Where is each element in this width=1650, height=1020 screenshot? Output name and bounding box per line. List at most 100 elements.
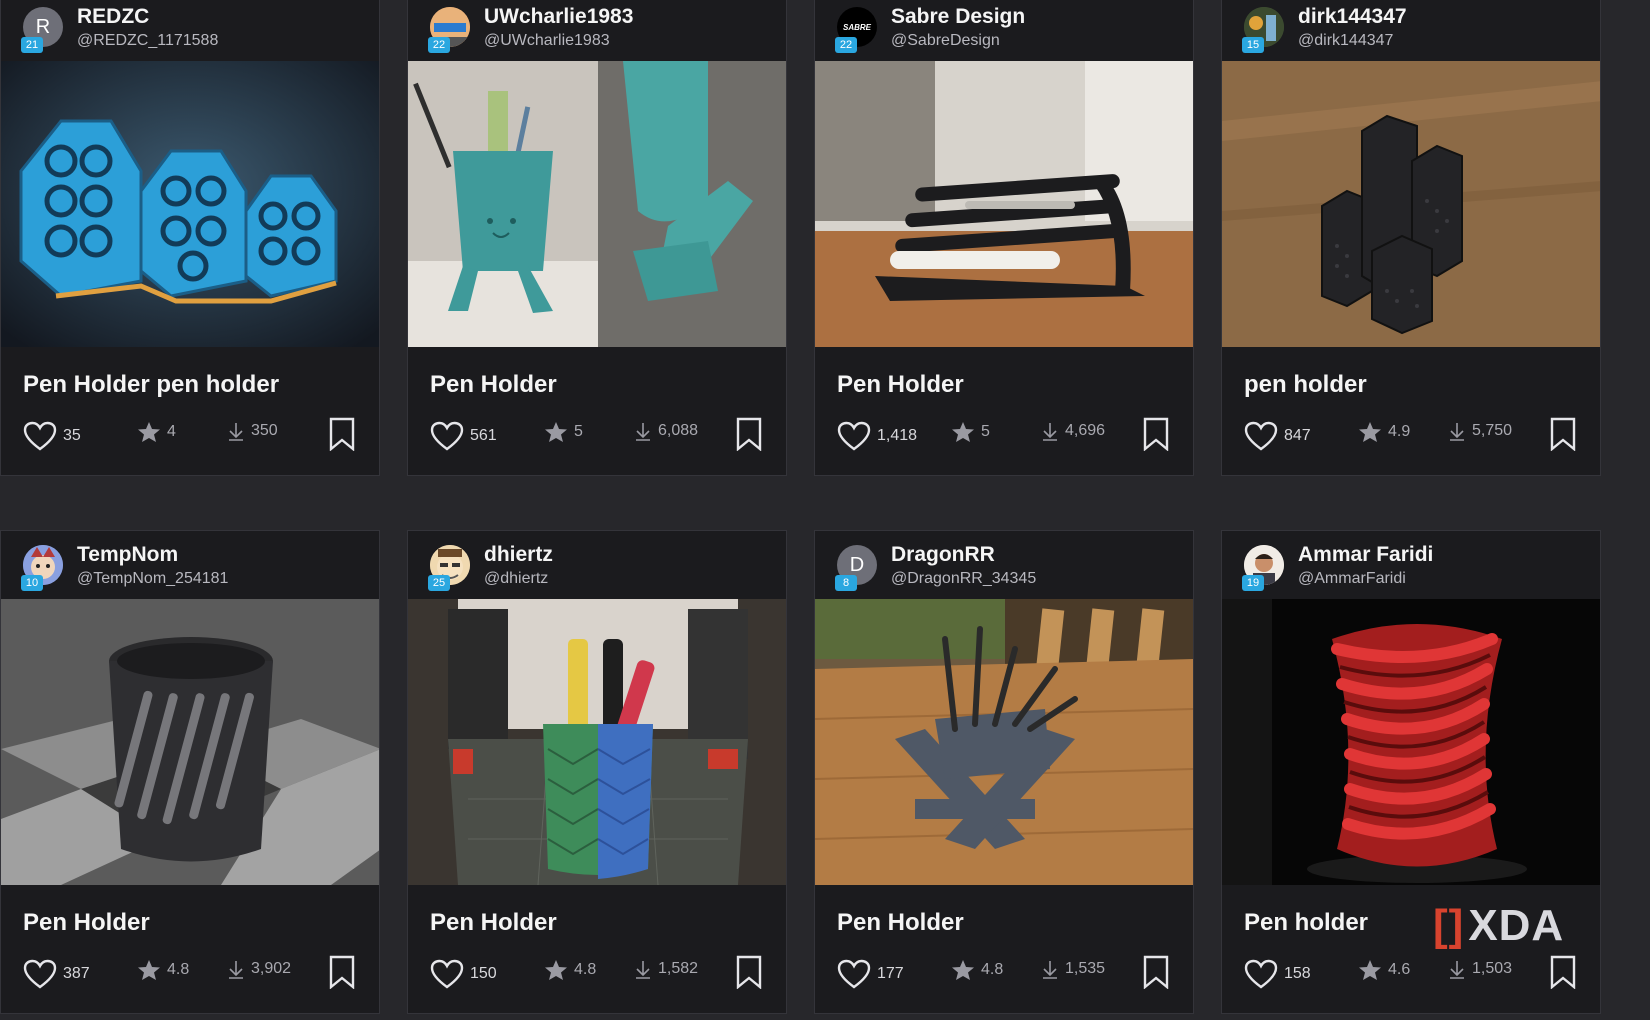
rating-value: 4.8: [167, 961, 190, 978]
model-thumbnail[interactable]: [1222, 61, 1600, 347]
star-icon: [952, 422, 974, 442]
level-badge: 15: [1242, 37, 1264, 53]
card-stats: 561 5 6,088: [430, 415, 768, 455]
user-handle[interactable]: @SabreDesign: [891, 32, 1000, 50]
avatar[interactable]: D8: [835, 545, 877, 591]
bookmark-icon[interactable]: [736, 955, 762, 994]
model-title[interactable]: Pen holder: [1244, 909, 1368, 937]
download-button[interactable]: 350: [227, 421, 278, 441]
model-title[interactable]: Pen Holder: [837, 909, 964, 937]
bookmark-icon[interactable]: [329, 955, 355, 994]
rating: 5: [951, 421, 990, 443]
model-title[interactable]: Pen Holder: [837, 371, 964, 399]
user-handle[interactable]: @dirk144347: [1298, 32, 1393, 50]
model-card[interactable]: R 21 REDZC @REDZC_1171588 Pen Holder pen …: [0, 0, 380, 476]
card-stats: 158 4.6 1,503: [1244, 953, 1582, 993]
download-count: 1,582: [658, 960, 699, 977]
like-button[interactable]: 387: [23, 959, 90, 989]
user-name[interactable]: REDZC: [77, 5, 149, 29]
like-button[interactable]: 158: [1244, 959, 1311, 989]
user-handle[interactable]: @TempNom_254181: [77, 570, 228, 588]
model-card[interactable]: 25 dhiertz @dhiertz Pen Holder 150 4.8 1…: [407, 530, 787, 1014]
model-thumbnail[interactable]: [1222, 599, 1600, 885]
user-handle[interactable]: @UWcharlie1983: [484, 32, 610, 50]
bookmark-icon[interactable]: [329, 417, 355, 456]
user-name[interactable]: TempNom: [77, 543, 178, 567]
card-header: R 21 REDZC @REDZC_1171588: [1, 0, 379, 61]
bookmark-icon[interactable]: [1143, 955, 1169, 994]
model-title[interactable]: Pen Holder: [430, 371, 557, 399]
bookmark-icon[interactable]: [1143, 417, 1169, 456]
rating-value: 4.6: [1388, 961, 1411, 978]
bookmark-icon[interactable]: [736, 417, 762, 456]
download-button[interactable]: 3,902: [227, 959, 291, 979]
model-title[interactable]: pen holder: [1244, 371, 1367, 399]
download-button[interactable]: 1,503: [1448, 959, 1512, 979]
download-button[interactable]: 5,750: [1448, 421, 1512, 441]
star-icon: [545, 422, 567, 442]
star-icon: [1359, 960, 1381, 980]
like-count: 847: [1284, 427, 1311, 444]
download-button[interactable]: 1,582: [634, 959, 698, 979]
user-handle[interactable]: @DragonRR_34345: [891, 570, 1036, 588]
card-stats: 1,418 5 4,696: [837, 415, 1175, 455]
model-title[interactable]: Pen Holder: [430, 909, 557, 937]
level-badge: 22: [835, 37, 857, 53]
like-count: 1,418: [877, 427, 918, 444]
model-thumbnail[interactable]: [815, 599, 1193, 885]
model-thumbnail[interactable]: [408, 61, 786, 347]
level-badge: 21: [21, 37, 43, 53]
model-thumbnail[interactable]: [1, 599, 379, 885]
user-handle[interactable]: @dhiertz: [484, 570, 548, 588]
user-name[interactable]: DragonRR: [891, 543, 995, 567]
star-icon: [545, 960, 567, 980]
model-title[interactable]: Pen Holder pen holder: [23, 371, 279, 399]
avatar[interactable]: 15: [1242, 7, 1284, 53]
like-button[interactable]: 35: [23, 421, 81, 451]
user-name[interactable]: Sabre Design: [891, 5, 1025, 29]
like-button[interactable]: 150: [430, 959, 497, 989]
avatar[interactable]: 25: [428, 545, 470, 591]
rating: 4: [137, 421, 176, 443]
model-thumbnail[interactable]: [1, 61, 379, 347]
like-button[interactable]: 561: [430, 421, 497, 451]
card-header: 19 Ammar Faridi @AmmarFaridi: [1222, 531, 1600, 599]
user-name[interactable]: Ammar Faridi: [1298, 543, 1433, 567]
like-button[interactable]: 1,418: [837, 421, 917, 451]
model-card[interactable]: 15 dirk144347 @dirk144347 pen holder 847…: [1221, 0, 1601, 476]
user-handle[interactable]: @AmmarFaridi: [1298, 570, 1406, 588]
thumbnail-image-black-pen-rack: [815, 61, 1193, 347]
model-title[interactable]: Pen Holder: [23, 909, 150, 937]
avatar[interactable]: 10: [21, 545, 63, 591]
card-header: 25 dhiertz @dhiertz: [408, 531, 786, 599]
card-stats: 177 4.8 1,535: [837, 953, 1175, 993]
user-name[interactable]: UWcharlie1983: [484, 5, 633, 29]
download-button[interactable]: 1,535: [1041, 959, 1105, 979]
user-handle[interactable]: @REDZC_1171588: [77, 32, 218, 50]
like-count: 35: [63, 427, 81, 444]
download-icon: [1450, 961, 1464, 979]
download-icon: [636, 423, 650, 441]
like-button[interactable]: 847: [1244, 421, 1311, 451]
model-card[interactable]: 10 TempNom @TempNom_254181 Pen Holder 38…: [0, 530, 380, 1014]
model-thumbnail[interactable]: [815, 61, 1193, 347]
model-card[interactable]: SABRE 22 Sabre Design @SabreDesign Pen Ho…: [814, 0, 1194, 476]
user-name[interactable]: dirk144347: [1298, 5, 1407, 29]
download-button[interactable]: 4,696: [1041, 421, 1105, 441]
model-thumbnail[interactable]: [408, 599, 786, 885]
avatar[interactable]: SABRE 22: [835, 7, 877, 53]
avatar[interactable]: 22: [428, 7, 470, 53]
like-button[interactable]: 177: [837, 959, 904, 989]
bookmark-icon[interactable]: [1550, 417, 1576, 456]
model-card[interactable]: D8 DragonRR @DragonRR_34345 Pen Holder 1…: [814, 530, 1194, 1014]
avatar[interactable]: R 21: [21, 7, 63, 53]
rating-value: 4.8: [574, 961, 597, 978]
model-card[interactable]: 22 UWcharlie1983 @UWcharlie1983 Pen Hold…: [407, 0, 787, 476]
user-name[interactable]: dhiertz: [484, 543, 553, 567]
bookmark-icon[interactable]: [1550, 955, 1576, 994]
card-stats: 387 4.8 3,902: [23, 953, 361, 993]
level-badge: 19: [1242, 575, 1264, 591]
avatar[interactable]: 19: [1242, 545, 1284, 591]
heart-icon: [1244, 959, 1278, 989]
download-button[interactable]: 6,088: [634, 421, 698, 441]
